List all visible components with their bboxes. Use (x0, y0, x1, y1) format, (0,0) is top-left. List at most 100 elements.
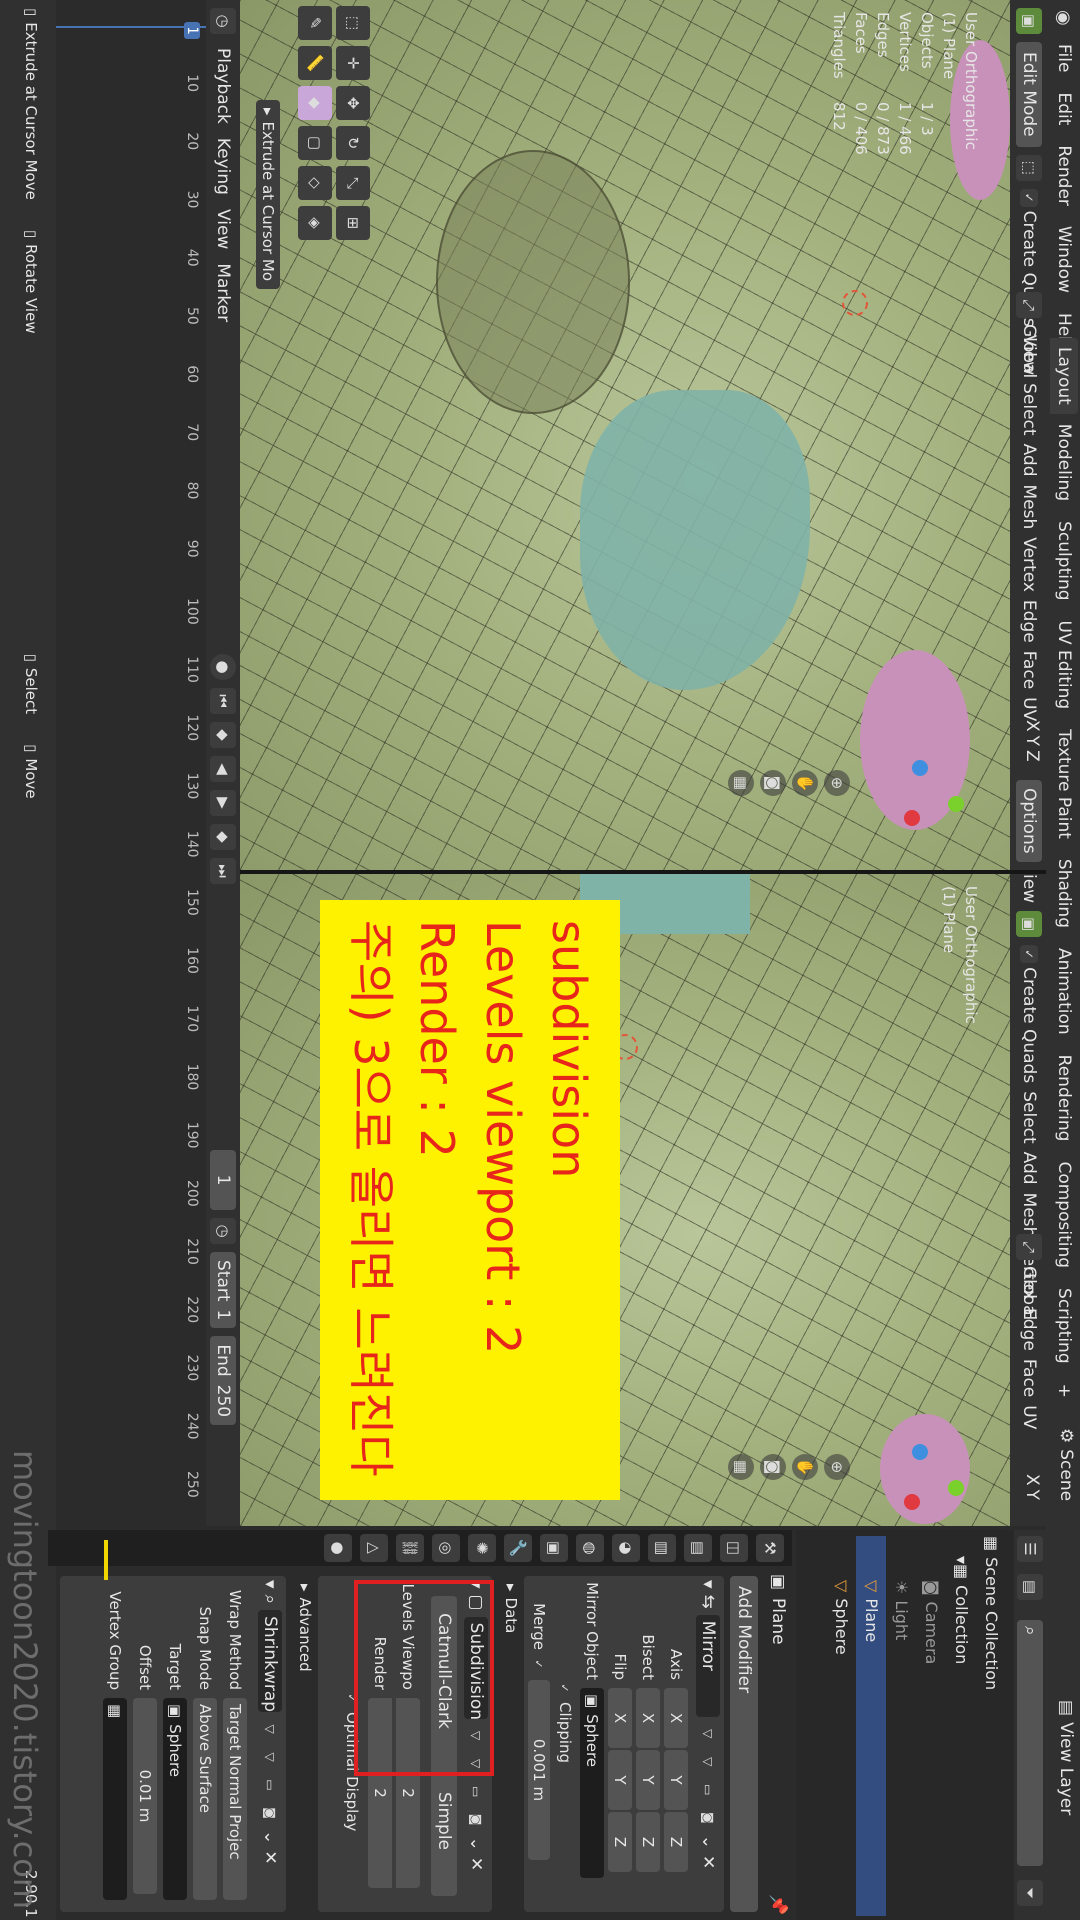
end-frame-field[interactable]: End 250 (210, 1336, 236, 1426)
material-tab-icon[interactable]: ● (324, 1534, 352, 1562)
start-frame-field[interactable]: Start 1 (210, 1252, 236, 1329)
bisect-x-button[interactable]: X (636, 1688, 660, 1748)
world-tab-icon[interactable]: ◍ (576, 1534, 604, 1562)
move-icon[interactable]: ✥ (336, 86, 370, 120)
axis-x-toggle[interactable]: X (1022, 720, 1042, 732)
timeline-editor-icon[interactable]: ◷ (210, 8, 236, 34)
outliner-row[interactable]: ▽ Plane (856, 1536, 886, 1916)
menu-select[interactable]: Select (1019, 383, 1039, 435)
outliner-row[interactable]: ▦ Scene Collection (976, 1536, 1006, 1916)
menu-window[interactable]: Window (1054, 226, 1074, 293)
pin-icon[interactable]: 📌 (768, 1894, 788, 1915)
grid-icon[interactable]: ▦ (728, 1454, 754, 1480)
menu-mesh[interactable]: Mesh (1019, 1193, 1039, 1238)
tab-uv-editing[interactable]: UV Editing (1050, 611, 1078, 720)
object-tab-icon[interactable]: ▣ (540, 1534, 568, 1562)
navigation-gizmo[interactable] (880, 750, 970, 840)
right-viewport[interactable]: User Orthographic (1) Plane ⊕ ✋ ◙ ▦ subd… (240, 874, 1010, 1526)
menu-uv[interactable]: UV (1019, 1405, 1039, 1429)
gizmo-x-axis-icon[interactable] (904, 1494, 920, 1510)
gizmo-y-axis-icon[interactable] (948, 1480, 964, 1496)
tab-layout[interactable]: Layout (1050, 338, 1078, 414)
jump-start-icon[interactable]: ⏮ (210, 688, 236, 714)
axis-y-button[interactable]: Y (664, 1750, 688, 1810)
cage-toggle-icon[interactable]: ▽ (697, 1750, 719, 1773)
outliner-row[interactable]: ◙ Camera (916, 1536, 946, 1916)
mirror-object-field[interactable]: ▣ Sphere (580, 1688, 604, 1878)
timeline-area[interactable]: 1 10 20 30 40 50 60 70 80 90 100 110 120 130 140 150 160… (56, 0, 206, 1526)
outliner-search-input[interactable]: ⌕ (1017, 1620, 1043, 1866)
target-field[interactable]: ▣ Sphere (163, 1698, 187, 1900)
view-layer-tab-icon[interactable]: ▥ (648, 1534, 676, 1562)
data-tab-icon[interactable]: △ (360, 1534, 388, 1562)
axis-y-toggle[interactable]: Y (1022, 736, 1042, 746)
camera-icon[interactable]: ◙ (760, 1454, 786, 1480)
mode-selector[interactable]: Edit Mode (1016, 42, 1042, 147)
blender-logo-icon[interactable]: ◉ (1053, 10, 1074, 26)
physics-tab-icon[interactable]: ◎ (432, 1534, 460, 1562)
flip-x-button[interactable]: X (608, 1688, 632, 1748)
modifier-header[interactable]: ▾ ⌕ Shrinkwrap ▽ ▽ ▭ ◙ ⌄ ✕ (258, 1580, 282, 1865)
vertex-group-field[interactable]: ▦ (103, 1698, 127, 1900)
offset-field[interactable]: 0.01 m (133, 1698, 157, 1894)
gizmo-x-axis-icon[interactable] (904, 810, 920, 826)
bisect-y-button[interactable]: Y (636, 1750, 660, 1810)
record-icon[interactable]: ● (210, 654, 236, 680)
outliner-row[interactable]: ☀ Light (886, 1536, 916, 1916)
output-tab-icon[interactable]: ▤ (684, 1534, 712, 1562)
modifier-name-field[interactable]: Mirror (696, 1614, 720, 1717)
last-operator-panel[interactable]: ▸ Extrude at Cursor Mo (256, 100, 280, 289)
modifier-tab-icon[interactable]: 🔧 (504, 1534, 532, 1562)
snap-mode-dropdown[interactable]: Above Surface (193, 1698, 217, 1900)
render-toggle-icon[interactable]: ◙ (697, 1806, 719, 1829)
select-box-icon[interactable]: ⬚ (336, 6, 370, 40)
rotate-icon[interactable]: ↻ (336, 126, 370, 160)
play-icon[interactable]: ▶ (210, 790, 236, 816)
modifier-header[interactable]: ▾ ⇆ Mirror ▽ ▽ ▭ ◙ ⌄ ✕ (696, 1580, 720, 1869)
editor-type-icon[interactable]: ▣ (1016, 8, 1042, 34)
axis-x-toggle[interactable]: X (1022, 1474, 1042, 1486)
jump-end-icon[interactable]: ⏭ (210, 858, 236, 884)
zoom-icon[interactable]: ⊕ (824, 770, 850, 796)
tab-animation[interactable]: Animation (1050, 938, 1078, 1045)
close-icon[interactable]: ✕ (698, 1855, 718, 1869)
transform-orientation[interactable]: ⤢ Global (1016, 1234, 1042, 1320)
axis-z-toggle[interactable]: Z (1022, 750, 1042, 762)
next-key-icon[interactable]: ◆ (210, 824, 236, 850)
menu-render[interactable]: Render (1054, 145, 1074, 206)
menu-vertex[interactable]: Vertex (1019, 537, 1039, 592)
menu-face[interactable]: Face (1019, 1359, 1039, 1397)
camera-icon[interactable]: ◙ (760, 770, 786, 796)
wrap-method-dropdown[interactable]: Target Normal Projec (223, 1698, 247, 1900)
prev-key-icon[interactable]: ◆ (210, 722, 236, 748)
extrude-icon[interactable]: ◆ (298, 86, 332, 120)
flip-y-button[interactable]: Y (608, 1750, 632, 1810)
menu-edge[interactable]: Edge (1019, 600, 1039, 643)
options-dropdown[interactable]: Options (1016, 780, 1042, 862)
menu-uv[interactable]: UV (1019, 697, 1039, 721)
bevel-icon[interactable]: ◇ (298, 166, 332, 200)
display-mode-icon[interactable]: ▤ (1017, 1574, 1043, 1600)
measure-icon[interactable]: 📏 (298, 46, 332, 80)
particles-tab-icon[interactable]: ✺ (468, 1534, 496, 1562)
menu-playback[interactable]: Playback (213, 48, 233, 124)
render-toggle-icon[interactable]: ◙ (259, 1802, 281, 1825)
data-subpanel[interactable]: ▸ Data (502, 1584, 520, 1633)
clock-icon[interactable]: ◷ (210, 1218, 236, 1244)
transform-orientation[interactable]: ⤢ Global (1016, 292, 1042, 378)
playhead[interactable] (56, 26, 206, 28)
menu-add[interactable]: Add (1019, 444, 1039, 477)
dropdown-icon[interactable]: ⌄ (466, 1837, 486, 1851)
tab-texture-paint[interactable]: Texture Paint (1050, 719, 1078, 849)
dropdown-icon[interactable]: ⌄ (698, 1835, 718, 1849)
scale-icon[interactable]: ⤡ (336, 166, 370, 200)
menu-edit[interactable]: Edit (1054, 92, 1074, 125)
outliner-row[interactable]: ▽ Sphere (826, 1536, 856, 1916)
outliner-editor-icon[interactable]: ☰ (1017, 1536, 1043, 1562)
menu-select[interactable]: Select (1019, 1091, 1039, 1143)
tab-scripting[interactable]: Scripting (1050, 1278, 1078, 1374)
zoom-icon[interactable]: ⊕ (824, 1454, 850, 1480)
pan-hand-icon[interactable]: ✋ (792, 1454, 818, 1480)
frame-ruler[interactable]: 1 10 20 30 40 50 60 70 80 90 100 110 120 130 140 150 160… (176, 0, 202, 1526)
collapse-icon[interactable]: ▾ (698, 1580, 718, 1589)
